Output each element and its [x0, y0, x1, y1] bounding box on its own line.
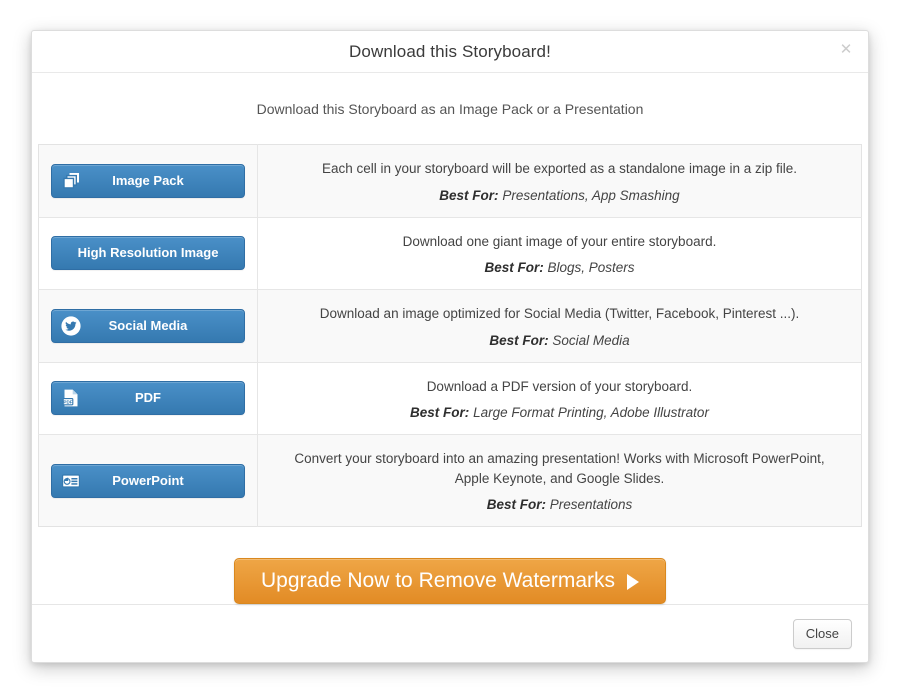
upgrade-cta-container: Upgrade Now to Remove Watermarks	[32, 527, 868, 605]
stacked-copies-icon	[60, 170, 82, 192]
best-for-value: Blogs, Posters	[547, 260, 635, 276]
twitter-bird-icon	[60, 315, 82, 337]
format-button-cell: PowerPoint	[38, 434, 258, 527]
best-for-label: Best For:	[410, 405, 470, 421]
table-row: Social Media Download an image optimized…	[38, 289, 862, 363]
best-for-value: Presentations, App Smashing	[502, 187, 680, 203]
powerpoint-button[interactable]: PowerPoint	[51, 463, 245, 498]
play-caret-icon	[627, 574, 639, 591]
pdf-button[interactable]: PDF PDF	[51, 381, 245, 416]
format-description: Download a PDF version of your storyboar…	[426, 378, 693, 394]
format-description: Download an image optimized for Social M…	[319, 306, 800, 322]
best-for-value: Social Media	[552, 332, 630, 348]
format-description-cell: Download one giant image of your entire …	[257, 216, 862, 290]
format-description-cell: Download a PDF version of your storyboar…	[257, 361, 862, 435]
presentation-slide-icon	[60, 470, 82, 492]
upgrade-now-button-label: Upgrade Now to Remove Watermarks	[260, 569, 615, 593]
best-for-label: Best For:	[484, 260, 544, 276]
format-button-cell: High Resolution Image	[38, 216, 258, 290]
format-description-cell: Convert your storyboard into an amazing …	[257, 434, 862, 527]
best-for-value: Presentations	[549, 497, 633, 513]
format-button-cell: PDF PDF	[38, 361, 258, 435]
high-resolution-image-button-label: High Resolution Image	[77, 245, 219, 261]
format-description-cell: Each cell in your storyboard will be exp…	[258, 145, 862, 218]
best-for-label: Best For:	[486, 497, 546, 513]
format-button-cell: Image Pack	[38, 144, 258, 218]
table-row: PDF PDF Download a PDF version of your s…	[38, 361, 862, 435]
best-for-line: Best For: Large Format Printing, Adobe I…	[284, 405, 835, 420]
modal-body: Download this Storyboard as an Image Pac…	[32, 73, 868, 605]
best-for-value: Large Format Printing, Adobe Illustrator	[473, 405, 709, 421]
best-for-label: Best For:	[489, 332, 549, 348]
table-row: Image Pack Each cell in your storyboard …	[38, 144, 862, 218]
modal-header: Download this Storyboard! ✕	[32, 31, 868, 73]
download-storyboard-modal: Download this Storyboard! ✕ Download thi…	[31, 30, 869, 663]
close-icon[interactable]: ✕	[837, 40, 855, 58]
format-description-cell: Download an image optimized for Social M…	[257, 289, 862, 363]
social-media-button[interactable]: Social Media	[51, 308, 245, 343]
modal-footer: Close	[32, 604, 868, 662]
download-format-table: Image Pack Each cell in your storyboard …	[38, 144, 862, 528]
close-button[interactable]: Close	[792, 618, 852, 649]
format-button-cell: Social Media	[38, 289, 258, 363]
image-pack-button[interactable]: Image Pack	[51, 163, 245, 198]
format-description: Convert your storyboard into an amazing …	[294, 451, 825, 486]
best-for-line: Best For: Presentations	[284, 497, 835, 512]
pdf-file-icon: PDF	[60, 387, 82, 409]
modal-subtitle: Download this Storyboard as an Image Pac…	[256, 101, 644, 117]
best-for-label: Best For:	[439, 187, 499, 203]
table-row: PowerPoint Convert your storyboard into …	[38, 434, 862, 527]
format-description: Each cell in your storyboard will be exp…	[321, 161, 797, 176]
svg-text:PDF: PDF	[63, 400, 72, 405]
best-for-line: Best For: Blogs, Posters	[284, 260, 835, 275]
upgrade-now-button[interactable]: Upgrade Now to Remove Watermarks	[233, 558, 666, 605]
best-for-line: Best For: Social Media	[284, 333, 835, 348]
modal-title: Download this Storyboard!	[349, 41, 551, 61]
table-row: High Resolution Image Download one giant…	[38, 216, 862, 290]
format-description: Download one giant image of your entire …	[402, 233, 717, 249]
best-for-line: Best For: Presentations, App Smashing	[284, 188, 835, 203]
high-resolution-image-button[interactable]: High Resolution Image	[51, 236, 245, 271]
